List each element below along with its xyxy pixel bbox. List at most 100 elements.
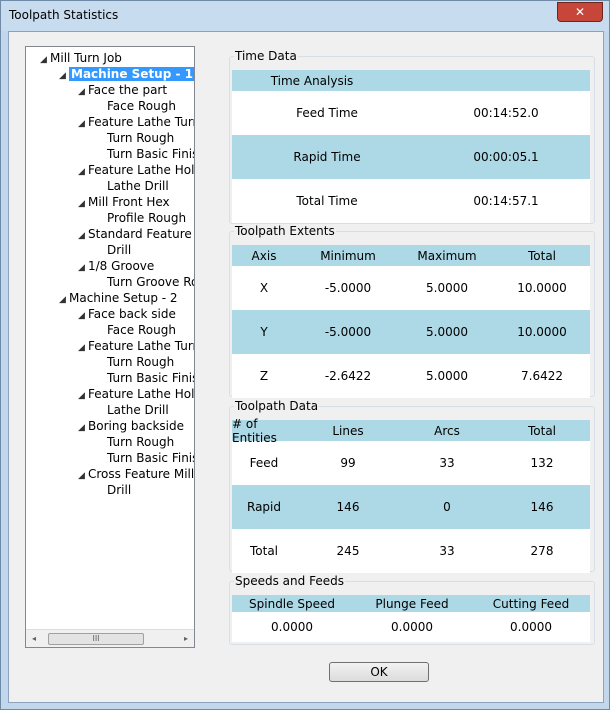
table-cell: 33 [439, 456, 455, 470]
table-cell: Feed [249, 456, 279, 470]
tree-item[interactable]: ◢ Machine Setup - 1 [59, 66, 194, 84]
tree-item[interactable]: Lathe Drill [97, 178, 169, 194]
total-time-label: Total Time [296, 194, 358, 208]
tree-item[interactable]: Profile Rough [97, 210, 186, 226]
expand-triangle-icon[interactable]: ◢ [78, 340, 88, 356]
tree-item[interactable]: Drill [97, 482, 131, 498]
toolpath-data-title: Toolpath Data [234, 399, 320, 413]
tree-item[interactable]: Drill [97, 242, 131, 258]
tree-item[interactable]: Turn Basic Finish [97, 450, 194, 466]
table-cell: Rapid [247, 500, 281, 514]
tree-item-label: Feature Lathe Holes [88, 387, 195, 401]
tree-item[interactable]: ◢ Face the part [78, 82, 167, 98]
tree-item[interactable]: ◢Feature Lathe Holes [78, 386, 195, 404]
table-cell: 146 [530, 500, 554, 514]
tree-item[interactable]: ◢Feature Lathe Turning [78, 114, 194, 132]
ok-button[interactable]: OK [329, 662, 429, 682]
expand-triangle-icon[interactable]: ◢ [78, 164, 88, 180]
scroll-left-icon[interactable]: ◂ [26, 630, 42, 647]
toolpath-data-table: # of Entities Lines Arcs Total Feed 99 3… [232, 416, 590, 573]
column-header: Maximum [417, 248, 477, 263]
expand-triangle-icon[interactable]: ◢ [78, 260, 88, 276]
tree-item-label: Lathe Drill [107, 403, 169, 417]
expand-triangle-icon[interactable]: ◢ [59, 68, 69, 84]
table-cell: Total [249, 544, 279, 558]
tree-item[interactable]: ◢Feature Lathe Holes [78, 162, 194, 180]
horizontal-scrollbar[interactable]: ◂ III ▸ [26, 629, 194, 647]
table-cell: 245 [336, 544, 360, 558]
tree-item-label: Turn Groove Roug [107, 275, 194, 289]
tree-item[interactable]: Face Rough [97, 322, 176, 338]
tree-item[interactable]: ◢ Machine Setup - 2 [59, 290, 178, 306]
tree-item[interactable]: Lathe Drill [97, 402, 169, 418]
expand-triangle-icon[interactable]: ◢ [59, 292, 69, 308]
tree-item-label: Feature Lathe Turning [88, 339, 194, 353]
tree-item[interactable]: ◢Cross Feature Mill Ho [78, 466, 195, 484]
tree-item-label: Drill [107, 243, 132, 257]
feed-time-label: Feed Time [296, 106, 358, 120]
column-header: # of Entities [232, 416, 277, 445]
tree-item[interactable]: ◢ Mill Front Hex [78, 194, 170, 210]
toolpath-tree[interactable]: ◢ Mill Turn Job ◢ Machine Setup - 1 ◢ Face th… [25, 46, 195, 648]
expand-triangle-icon[interactable]: ◢ [78, 388, 88, 404]
toolpath-extents-title: Toolpath Extents [234, 224, 336, 238]
extents-header-row: Axis Minimum Maximum Total [232, 245, 590, 266]
expand-triangle-icon[interactable]: ◢ [78, 84, 88, 100]
tree-item[interactable]: Turn Rough [97, 130, 174, 146]
column-header: Total [527, 248, 557, 263]
table-cell: 7.6422 [521, 369, 563, 383]
tree-item[interactable]: ◢ Boring backside [78, 418, 184, 434]
toolpath-data-group: Toolpath Data # of Entities Lines Arcs T… [229, 399, 595, 573]
expand-triangle-icon[interactable]: ◢ [78, 228, 88, 244]
table-row: 0.0000 0.0000 0.0000 [232, 612, 590, 642]
expand-triangle-icon[interactable]: ◢ [78, 468, 88, 484]
tree-item-label: Feature Lathe Turning [88, 115, 194, 129]
time-data-table: Time Analysis Feed Time 00:14:52.0 Rapid… [232, 70, 590, 223]
tree-item[interactable]: Turn Rough [97, 354, 174, 370]
tree-item-label: Turn Basic Finish [107, 371, 194, 385]
table-row: Rapid 146 0 146 [232, 485, 590, 529]
tree-item[interactable]: ◢ Face back side [78, 306, 176, 322]
rapid-time-label: Rapid Time [293, 150, 361, 164]
tree-item-label: Turn Basic Finish [107, 451, 194, 465]
expand-triangle-icon[interactable]: ◢ [78, 116, 88, 132]
tree-item-label: Face Rough [107, 323, 176, 337]
time-analysis-header: Time Analysis [270, 73, 354, 88]
scroll-thumb[interactable]: III [48, 633, 144, 645]
column-header: Cutting Feed [492, 596, 570, 611]
table-cell: -5.0000 [324, 281, 372, 295]
expand-triangle-icon[interactable]: ◢ [78, 196, 88, 212]
tree-item-label: Machine Setup - 1 [69, 67, 194, 81]
rapid-time-value: 00:00:05.1 [473, 150, 539, 164]
extents-table: Axis Minimum Maximum Total X -5.0000 5.0… [232, 245, 590, 398]
tree-item-label: Machine Setup - 2 [69, 291, 178, 305]
plunge-feed-value: 0.0000 [391, 620, 433, 634]
table-cell: 10.0000 [517, 281, 567, 295]
toolpath-data-header-row: # of Entities Lines Arcs Total [232, 416, 590, 445]
tree-item[interactable]: ◢Feature Lathe Turning [78, 338, 194, 356]
tree-item-label: Cross Feature Mill Ho [88, 467, 195, 481]
scroll-right-icon[interactable]: ▸ [178, 630, 194, 647]
toolpath-statistics-window: Toolpath Statistics ✕ ◢ Mill Turn Job ◢ Mac… [0, 0, 610, 710]
tree-item-label: Face back side [88, 307, 176, 321]
column-header: Axis [251, 248, 277, 263]
tree-item[interactable]: Turn Basic Finish [97, 146, 194, 162]
table-cell: 5.0000 [426, 369, 468, 383]
expand-triangle-icon[interactable]: ◢ [78, 420, 88, 436]
tree-item[interactable]: ◢ Mill Turn Job [40, 50, 122, 66]
column-header: Minimum [320, 248, 376, 263]
tree-item[interactable]: Turn Rough [97, 434, 174, 450]
expand-triangle-icon[interactable]: ◢ [78, 308, 88, 324]
spindle-speed-value: 0.0000 [271, 620, 313, 634]
tree-item[interactable]: Face Rough [97, 98, 176, 114]
table-row: Total Time 00:14:57.1 [232, 179, 590, 223]
time-data-group: Time Data Time Analysis Feed Time 00:14:… [229, 49, 595, 224]
tree-item-label: Mill Front Hex [88, 195, 170, 209]
table-cell: -2.6422 [324, 369, 372, 383]
tree-item[interactable]: Turn Basic Finish [97, 370, 194, 386]
close-button[interactable]: ✕ [557, 2, 603, 22]
expand-triangle-icon[interactable]: ◢ [40, 52, 50, 68]
tree-item[interactable]: ◢Standard Feature Mill [78, 226, 194, 244]
tree-item[interactable]: Turn Groove Roug [97, 274, 194, 290]
tree-item[interactable]: ◢ 1/8 Groove [78, 258, 154, 274]
